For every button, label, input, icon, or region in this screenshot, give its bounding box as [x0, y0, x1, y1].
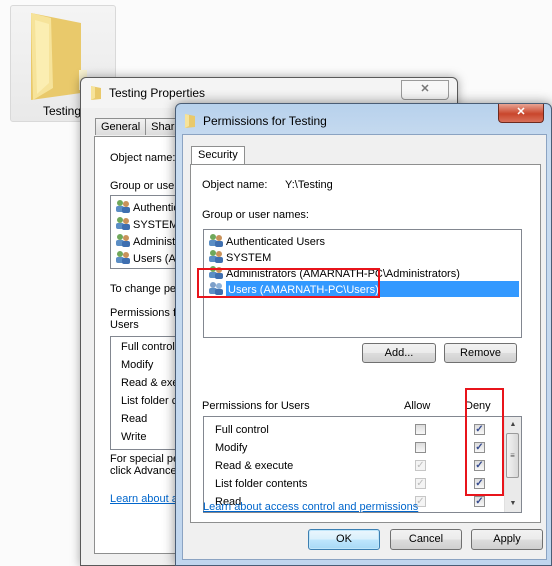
close-button[interactable]: ✕ [401, 80, 449, 100]
apply-button[interactable]: Apply [471, 529, 543, 550]
users-group-icon [115, 216, 131, 230]
users-group-icon [208, 233, 224, 247]
permission-row: Read & execute ✓ ✓ [204, 458, 504, 476]
close-button[interactable]: ✕ [498, 104, 544, 123]
learn-about-link[interactable]: Learn about a [110, 493, 178, 505]
deny-checkbox[interactable]: ✓ [474, 460, 485, 471]
window-title: Testing Properties [109, 86, 206, 100]
change-permissions-text: To change pe [110, 283, 177, 295]
allow-column-header: Allow [404, 400, 431, 412]
users-group-icon [115, 233, 131, 247]
allow-checkbox[interactable] [415, 424, 426, 435]
object-name-label: Object name: [202, 179, 268, 191]
users-group-icon [208, 249, 224, 263]
group-item-selected[interactable]: Users (AMARNATH-PC\Users) [208, 281, 519, 297]
tab-strip: General Shar [95, 118, 181, 135]
scroll-up-arrow-icon[interactable]: ▲ [505, 417, 521, 433]
permissions-for-user: Users [110, 319, 139, 331]
scrollbar-thumb[interactable]: ≡ [506, 433, 519, 478]
special-permissions-text: For special pe [110, 453, 180, 465]
permissions-header: Permissions for Users [202, 400, 310, 412]
group-item[interactable]: Users (Al [115, 250, 178, 265]
group-item[interactable]: SYSTEM [208, 249, 271, 265]
permissions-list: Full control ✓ Modify ✓ Read & execute ✓ ✓ List… [203, 416, 522, 513]
remove-button[interactable]: Remove [444, 343, 517, 363]
permissions-for-label: Permissions fo [110, 307, 183, 319]
object-name-label: Object name: [110, 152, 176, 164]
group-item[interactable]: Authentic [115, 199, 179, 214]
users-group-icon [115, 250, 131, 264]
permission-row: Read & exe [121, 377, 179, 389]
permission-row: Full control ✓ [204, 422, 504, 440]
folder-icon [91, 86, 101, 100]
window-title: Permissions for Testing [203, 114, 327, 128]
permission-name: Modify [215, 442, 248, 454]
permission-row: List folder contents ✓ ✓ [204, 476, 504, 494]
allow-checkbox[interactable] [415, 442, 426, 453]
permission-name: List folder contents [215, 478, 308, 490]
deny-checkbox[interactable]: ✓ [474, 442, 485, 453]
group-item[interactable]: Administr [115, 233, 179, 248]
advanced-hint-text: click Advance [110, 465, 177, 477]
users-group-icon [115, 199, 131, 213]
group-label: Group or user [110, 180, 178, 192]
deny-checkbox[interactable]: ✓ [474, 478, 485, 489]
allow-checkbox: ✓ [415, 460, 426, 471]
scroll-down-arrow-icon[interactable]: ▼ [505, 496, 521, 512]
deny-checkbox[interactable]: ✓ [474, 424, 485, 435]
group-item[interactable]: SYSTEM [115, 216, 178, 231]
folder-label: Testing [43, 104, 82, 118]
tab-general[interactable]: General [95, 118, 147, 135]
permission-row: Modify ✓ [204, 440, 504, 458]
permission-row: List folder c [121, 395, 178, 407]
learn-about-access-control-link[interactable]: Learn about access control and permissio… [203, 501, 418, 513]
permission-row: Read [121, 413, 148, 425]
object-name-value: Y:\Testing [285, 179, 333, 191]
permissions-for-testing-window: Permissions for Testing ✕ Security Objec… [175, 103, 552, 566]
deny-checkbox[interactable]: ✓ [474, 496, 485, 507]
group-item[interactable]: Administrators (AMARNATH-PC\Administrato… [208, 265, 460, 281]
close-icon: ✕ [420, 83, 430, 95]
folder-icon [185, 114, 195, 128]
permission-row: Full control [121, 341, 175, 353]
permission-row: Modify [121, 359, 154, 371]
ok-button[interactable]: OK [308, 529, 380, 550]
permission-name: Full control [215, 424, 269, 436]
deny-column-header: Deny [465, 400, 491, 412]
close-icon: ✕ [516, 106, 526, 118]
cancel-button[interactable]: Cancel [390, 529, 462, 550]
users-group-icon [208, 281, 224, 295]
users-group-icon [208, 265, 224, 279]
group-user-list[interactable]: Authenticated Users SYSTEM Administrator… [203, 229, 522, 338]
allow-checkbox: ✓ [415, 478, 426, 489]
group-names-label: Group or user names: [202, 209, 309, 221]
permission-row: Write [121, 431, 147, 443]
tab-security[interactable]: Security [191, 146, 245, 164]
vertical-scrollbar[interactable]: ▲ ≡ ▼ [504, 417, 521, 512]
group-item[interactable]: Authenticated Users [208, 233, 325, 249]
permission-name: Read & execute [215, 460, 294, 472]
add-button[interactable]: Add... [362, 343, 436, 363]
security-tab-panel: Object name: Y:\Testing Group or user na… [190, 164, 541, 523]
dialog-client-area: Security Object name: Y:\Testing Group o… [182, 134, 547, 560]
